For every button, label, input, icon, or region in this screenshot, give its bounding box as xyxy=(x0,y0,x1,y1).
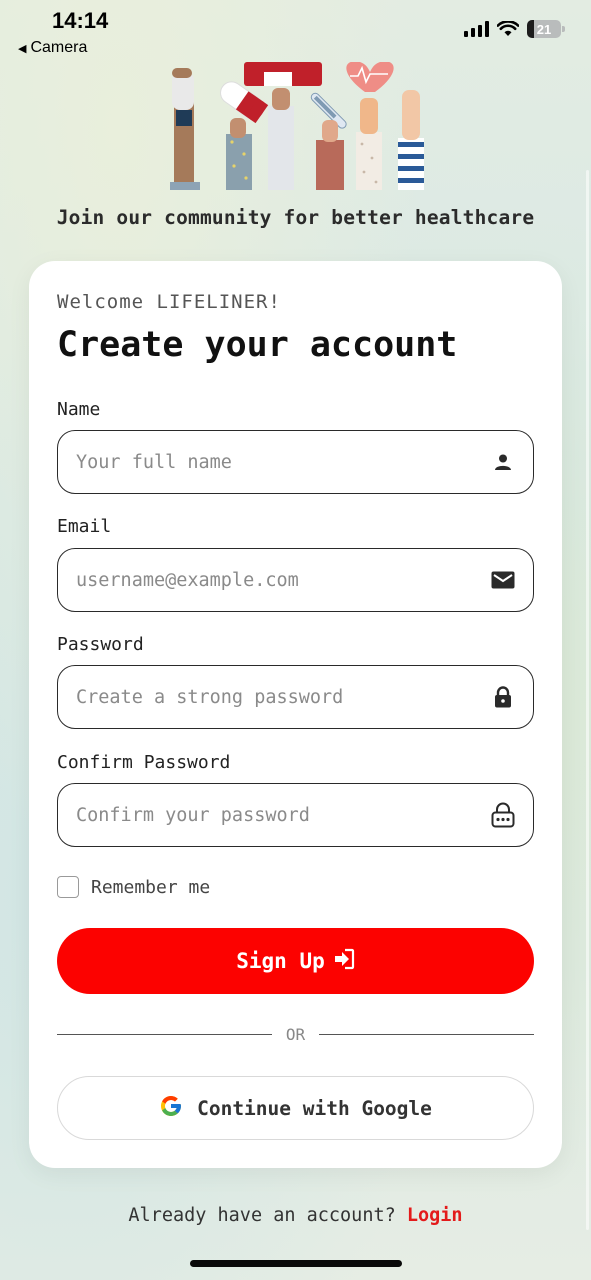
person-icon xyxy=(491,450,515,474)
or-divider: OR xyxy=(57,1025,535,1044)
confirm-password-field[interactable] xyxy=(57,783,534,847)
remember-me[interactable]: Remember me xyxy=(57,876,210,898)
battery-icon: 21 xyxy=(527,20,565,38)
name-input[interactable] xyxy=(76,451,491,473)
page-title: Create your account xyxy=(57,325,458,365)
remember-me-label: Remember me xyxy=(91,876,211,898)
email-input[interactable] xyxy=(76,569,491,591)
sign-in-arrow-icon xyxy=(333,948,355,975)
mail-icon xyxy=(491,568,515,592)
login-prompt: Already have an account? Login xyxy=(0,1205,591,1226)
scrollbar[interactable] xyxy=(586,170,589,1230)
lock-dots-icon xyxy=(491,802,515,828)
welcome-text: Welcome LIFELINER! xyxy=(57,291,281,313)
lock-icon xyxy=(491,685,515,709)
healthcare-hands-illustration xyxy=(170,62,424,190)
email-field[interactable] xyxy=(57,548,534,612)
confirm-password-input[interactable] xyxy=(76,804,491,826)
wifi-icon xyxy=(497,21,519,36)
email-label: Email xyxy=(57,516,112,537)
google-button-label: Continue with Google xyxy=(197,1096,432,1120)
back-triangle-icon: ◀ xyxy=(18,42,27,55)
password-label: Password xyxy=(57,634,144,655)
google-icon xyxy=(159,1094,183,1123)
name-label: Name xyxy=(57,399,101,420)
battery-level: 21 xyxy=(536,21,552,37)
signup-card: Welcome LIFELINER! Create your account N… xyxy=(29,261,562,1168)
confirm-password-label: Confirm Password xyxy=(57,752,231,773)
back-app-label: Camera xyxy=(30,39,88,56)
login-link[interactable]: Login xyxy=(407,1205,463,1226)
tagline: Join our community for better healthcare xyxy=(56,206,535,229)
name-field[interactable] xyxy=(57,430,534,494)
remember-me-checkbox[interactable] xyxy=(57,876,79,898)
password-input[interactable] xyxy=(76,686,491,708)
status-icons: 21 xyxy=(464,20,565,38)
sign-up-button[interactable]: Sign Up xyxy=(57,928,534,994)
continue-with-google-button[interactable]: Continue with Google xyxy=(57,1076,534,1140)
password-field[interactable] xyxy=(57,665,534,729)
already-have-account-text: Already have an account? xyxy=(128,1205,396,1226)
cellular-signal-icon xyxy=(464,21,489,37)
sign-up-label: Sign Up xyxy=(236,949,325,973)
status-bar: 14:14 ◀ Camera 21 xyxy=(0,0,591,64)
home-indicator[interactable] xyxy=(190,1260,402,1267)
status-time: 14:14 xyxy=(52,8,109,33)
or-label: OR xyxy=(285,1025,306,1044)
back-to-camera-link[interactable]: ◀ Camera xyxy=(18,39,87,57)
